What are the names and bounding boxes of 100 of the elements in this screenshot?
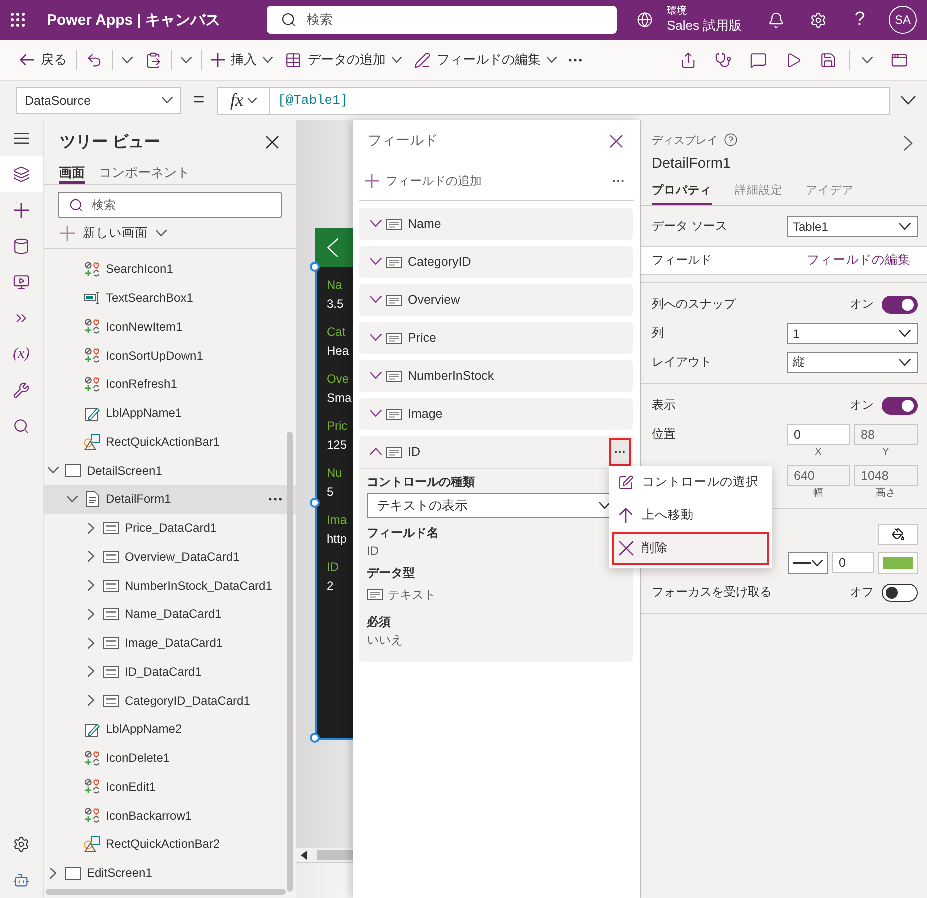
edit-fields-button[interactable]: フィールドの編集 [408,44,563,76]
new-screen-button[interactable]: 新しい画面 [56,224,171,242]
chevron-down-icon [122,56,133,64]
field-value: 3.5 [327,296,344,312]
toggle-state: オン [850,296,874,313]
tab[interactable]: 画面 [59,164,85,184]
tree-item[interactable]: Name_DataCard1 [44,600,296,629]
environment-button[interactable]: 環境 Sales 試用版 [637,0,742,40]
tree-item[interactable]: EditScreen1 [44,858,296,888]
search-field[interactable]: 検索 [58,192,282,218]
tree-item[interactable]: IconDelete1 [44,744,296,772]
add-data-button[interactable]: データの追加 [279,44,408,76]
selection-handle[interactable] [310,498,320,508]
app-window-icon [891,52,908,68]
tree-item[interactable]: IconNewItem1 [44,312,296,342]
field-card[interactable]: Price [359,322,633,354]
tree-item[interactable]: CategoryID_DataCard1 [44,686,296,715]
more-button[interactable] [609,438,631,466]
field-card[interactable]: Image [359,398,633,430]
add-field-button[interactable]: フィールドの追加 [365,172,482,190]
tree-item[interactable]: ID_DataCard1 [44,658,296,686]
close-icon [610,134,622,148]
tree-item[interactable]: LblAppName1 [44,398,296,428]
scrollbar-thumb[interactable] [317,850,353,860]
tree-item[interactable]: SearchIcon1 [44,255,296,284]
field-card[interactable]: CategoryID [359,246,633,278]
tab[interactable]: コンポーネント [99,164,190,184]
tab[interactable]: プロパティ [652,182,712,205]
globe-icon [637,12,653,28]
function-button[interactable]: fx [217,86,270,114]
tree-item[interactable]: Price_DataCard1 [44,514,296,542]
chevron-down-icon [862,56,873,64]
save-icon [820,52,837,68]
menu-item[interactable]: 削除 [612,532,769,565]
tree-item[interactable]: NumberInStock_DataCard1 [44,571,296,600]
field-card[interactable]: Overview [359,284,633,316]
edit-fields-link[interactable]: フィールドの編集 [807,252,911,269]
formula-field[interactable]: [@Table1] [270,86,890,114]
panel-title: フィールド [368,132,438,150]
monitor-play-icon [13,274,30,290]
property-dropdown[interactable]: Table1 [787,216,918,237]
text-type-icon [386,294,402,306]
field-value: Sma [327,390,352,406]
field-card[interactable]: ID コントロールの種類 テキストの表示 フィールド名 ID データ型 テキスト 必須 いいえ [359,436,633,662]
tree-item[interactable]: IconEdit1 [44,772,296,802]
property-label: フォーカスを受け取る [652,584,773,601]
detail-label: コントロールの種類 [367,474,475,490]
text-type-icon [386,446,402,458]
property-label: 列へのスナップ [652,296,738,313]
help-button[interactable]: ? [839,0,881,40]
tree-item[interactable]: DetailForm1 [44,485,296,514]
property-dropdown[interactable]: 1 [787,323,918,344]
detail-label: データ型 [367,565,415,581]
bot-icon [13,872,30,888]
property-label: 表示 [652,397,677,414]
tree-item[interactable]: IconRefresh1 [44,370,296,399]
search-field[interactable]: 検索 [267,6,617,34]
number-field[interactable]: 0 [787,424,850,445]
tree-item[interactable]: IconSortUpDown1 [44,341,296,370]
tree-item[interactable]: TextSearchBox1 [44,284,296,312]
selection-handle[interactable] [310,262,320,272]
search-icon [69,198,84,212]
text-input-icon [84,292,100,304]
field-card[interactable]: Name [359,208,633,240]
border-width-field[interactable]: 0 [832,552,874,573]
help-icon [724,133,738,147]
shapes-icon [84,836,100,852]
field-name: Price [408,331,436,345]
property-dropdown[interactable]: DataSource [16,87,181,114]
tree-item[interactable]: IconBackarrow1 [44,801,296,830]
fill-color-button[interactable] [878,524,918,545]
toggle-switch[interactable] [882,296,918,314]
tree-item[interactable]: RectQuickActionBar2 [44,830,296,859]
chevron-down-icon [899,358,911,366]
tree-item[interactable]: Overview_DataCard1 [44,542,296,572]
tree-item[interactable]: Image_DataCard1 [44,628,296,658]
back-button[interactable]: 戻る [14,44,73,76]
tree-item[interactable]: DetailScreen1 [44,456,296,485]
toggle-switch[interactable] [882,396,918,414]
detail-label: フィールド名 [367,525,439,541]
detail-value: いいえ [367,632,403,648]
number-field: 640 [787,465,850,486]
avatar[interactable]: SA [889,6,917,34]
chevron-down-icon [263,57,273,63]
text-type-icon [367,588,383,600]
border-style-dropdown[interactable] [788,552,828,574]
chevron-down-icon [812,560,823,566]
insert-button[interactable]: 挿入 [205,44,279,76]
variables-button[interactable]: (x) [0,336,43,372]
selection-handle[interactable] [310,733,320,743]
property-dropdown[interactable]: 縦 [787,352,918,373]
tree-item[interactable]: LblAppName2 [44,715,296,744]
field-card[interactable]: NumberInStock [359,360,633,392]
tree-view-button[interactable] [0,156,43,192]
border-color-button[interactable] [878,552,918,574]
symbols-icon [84,376,100,392]
document-icon [86,491,98,508]
equals-sign: = [192,89,206,112]
toggle-switch[interactable] [882,584,918,602]
tree-item[interactable]: RectQuickActionBar1 [44,428,296,456]
